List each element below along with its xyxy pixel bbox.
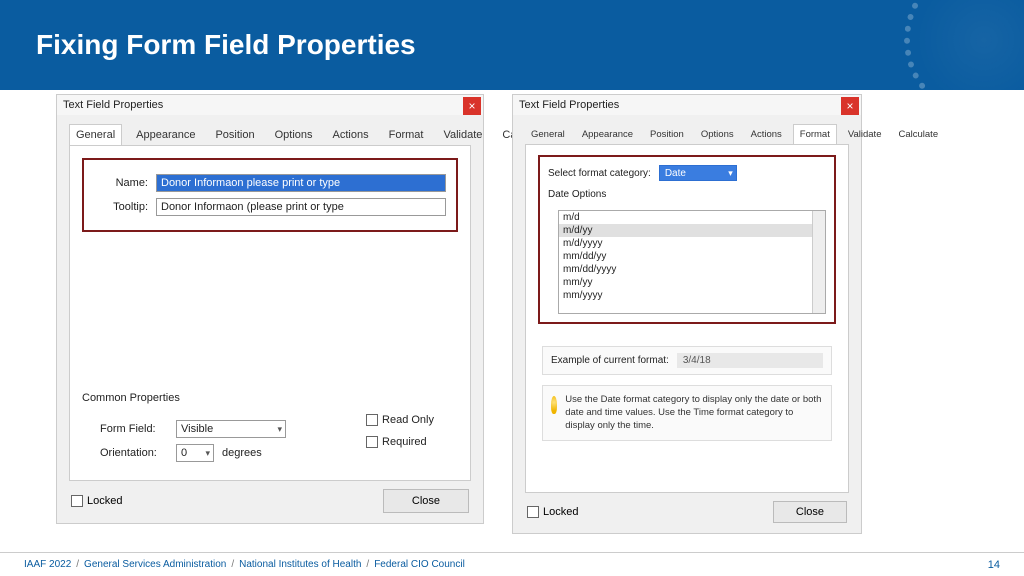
- name-input[interactable]: Donor Informaon please print or type: [156, 174, 446, 192]
- common-properties: Common Properties Form Field: Visible Or…: [82, 388, 458, 468]
- tab-actions[interactable]: Actions: [745, 125, 788, 144]
- close-button[interactable]: Close: [773, 501, 847, 523]
- slide-banner: Fixing Form Field Properties: [0, 0, 1024, 90]
- tab-options[interactable]: Options: [269, 125, 319, 145]
- separator: /: [76, 559, 79, 570]
- slide-title: Fixing Form Field Properties: [36, 29, 416, 61]
- content-area: Text Field Properties × General Appearan…: [0, 90, 1024, 552]
- form-field-select[interactable]: Visible: [176, 420, 286, 438]
- orientation-label: Orientation:: [100, 447, 168, 459]
- locked-checkbox[interactable]: Locked: [527, 506, 578, 518]
- example-value: 3/4/18: [677, 353, 823, 368]
- tab-body-general: Name: Donor Informaon please print or ty…: [69, 145, 471, 481]
- checkbox-icon: [527, 506, 539, 518]
- tab-format[interactable]: Format: [383, 125, 430, 145]
- locked-label: Locked: [543, 506, 578, 518]
- footer-part: National Institutes of Health: [239, 559, 361, 570]
- page-number: 14: [988, 559, 1000, 571]
- tab-row: General Appearance Position Options Acti…: [513, 115, 861, 144]
- checkbox-icon: [366, 436, 378, 448]
- date-options-label: Date Options: [548, 189, 826, 200]
- locked-checkbox[interactable]: Locked: [71, 495, 122, 507]
- tab-appearance[interactable]: Appearance: [576, 125, 639, 144]
- example-label: Example of current format:: [551, 355, 669, 366]
- tab-appearance[interactable]: Appearance: [130, 125, 201, 145]
- slide-footer: IAAF 2022 / General Services Administratio…: [0, 552, 1024, 576]
- tooltip-label: Tooltip:: [94, 201, 148, 213]
- dialog-footer: Locked Close: [513, 493, 861, 533]
- dialog-footer: Locked Close: [57, 481, 483, 523]
- highlight-format-category: Select format category: Date Date Option…: [538, 155, 836, 324]
- name-label: Name:: [94, 177, 148, 189]
- name-row: Name: Donor Informaon please print or ty…: [94, 174, 446, 192]
- tab-general[interactable]: General: [69, 124, 122, 146]
- read-only-label: Read Only: [382, 414, 434, 426]
- read-only-checkbox[interactable]: Read Only: [366, 414, 434, 426]
- tooltip-input[interactable]: Donor Informaon (please print or type: [156, 198, 446, 216]
- tip-box: Use the Date format category to display …: [542, 385, 832, 441]
- text-field-properties-format-dialog: Text Field Properties × General Appearan…: [512, 94, 862, 534]
- orientation-select[interactable]: 0: [176, 444, 214, 462]
- dialog-title: Text Field Properties: [57, 95, 483, 115]
- required-checkbox[interactable]: Required: [366, 436, 434, 448]
- close-button[interactable]: Close: [383, 489, 469, 513]
- date-option-item[interactable]: mm/dd/yyyy: [559, 263, 825, 276]
- checkbox-icon: [71, 495, 83, 507]
- date-options-listbox[interactable]: m/dm/d/yym/d/yyyymm/dd/yymm/dd/yyyymm/yy…: [558, 210, 826, 314]
- tab-validate[interactable]: Validate: [842, 125, 888, 144]
- required-label: Required: [382, 436, 427, 448]
- date-option-item[interactable]: m/d/yy: [559, 224, 825, 237]
- tooltip-row: Tooltip: Donor Informaon (please print o…: [94, 198, 446, 216]
- date-option-item[interactable]: m/d/yyyy: [559, 237, 825, 250]
- example-row: Example of current format: 3/4/18: [542, 346, 832, 375]
- tab-validate[interactable]: Validate: [437, 125, 488, 145]
- date-option-item[interactable]: mm/yy: [559, 276, 825, 289]
- tab-row: General Appearance Position Options Acti…: [57, 115, 483, 145]
- footer-part: IAAF 2022: [24, 559, 71, 570]
- tab-calculate[interactable]: Calculate: [893, 125, 945, 144]
- date-option-item[interactable]: mm/yyyy: [559, 289, 825, 302]
- form-field-label: Form Field:: [100, 423, 168, 435]
- degrees-label: degrees: [222, 447, 262, 459]
- footer-part: General Services Administration: [84, 559, 226, 570]
- tab-position[interactable]: Position: [644, 125, 690, 144]
- separator: /: [366, 559, 369, 570]
- separator: /: [231, 559, 234, 570]
- select-format-row: Select format category: Date: [548, 165, 826, 181]
- form-field-row: Form Field: Visible: [82, 420, 366, 438]
- date-option-item[interactable]: m/d: [559, 211, 825, 224]
- date-option-item[interactable]: mm/dd/yy: [559, 250, 825, 263]
- dialog-title: Text Field Properties: [513, 95, 861, 115]
- tab-actions[interactable]: Actions: [327, 125, 375, 145]
- common-heading: Common Properties: [82, 392, 458, 404]
- tab-general[interactable]: General: [525, 125, 571, 144]
- close-icon[interactable]: ×: [841, 97, 859, 115]
- highlight-name-tooltip: Name: Donor Informaon please print or ty…: [82, 158, 458, 232]
- text-field-properties-general-dialog: Text Field Properties × General Appearan…: [56, 94, 484, 524]
- select-format-label: Select format category:: [548, 168, 651, 179]
- tab-body-format: Select format category: Date Date Option…: [525, 144, 849, 493]
- format-category-select[interactable]: Date: [659, 165, 737, 181]
- footer-breadcrumb: IAAF 2022 / General Services Administratio…: [24, 559, 465, 570]
- lightbulb-icon: [551, 396, 557, 414]
- orientation-row: Orientation: 0 degrees: [82, 444, 366, 462]
- seal-graphic: [904, 0, 1024, 90]
- tab-position[interactable]: Position: [209, 125, 260, 145]
- footer-part: Federal CIO Council: [374, 559, 465, 570]
- tab-format[interactable]: Format: [793, 124, 837, 145]
- checkbox-icon: [366, 414, 378, 426]
- tip-text: Use the Date format category to display …: [565, 394, 823, 432]
- tab-options[interactable]: Options: [695, 125, 740, 144]
- close-icon[interactable]: ×: [463, 97, 481, 115]
- locked-label: Locked: [87, 495, 122, 507]
